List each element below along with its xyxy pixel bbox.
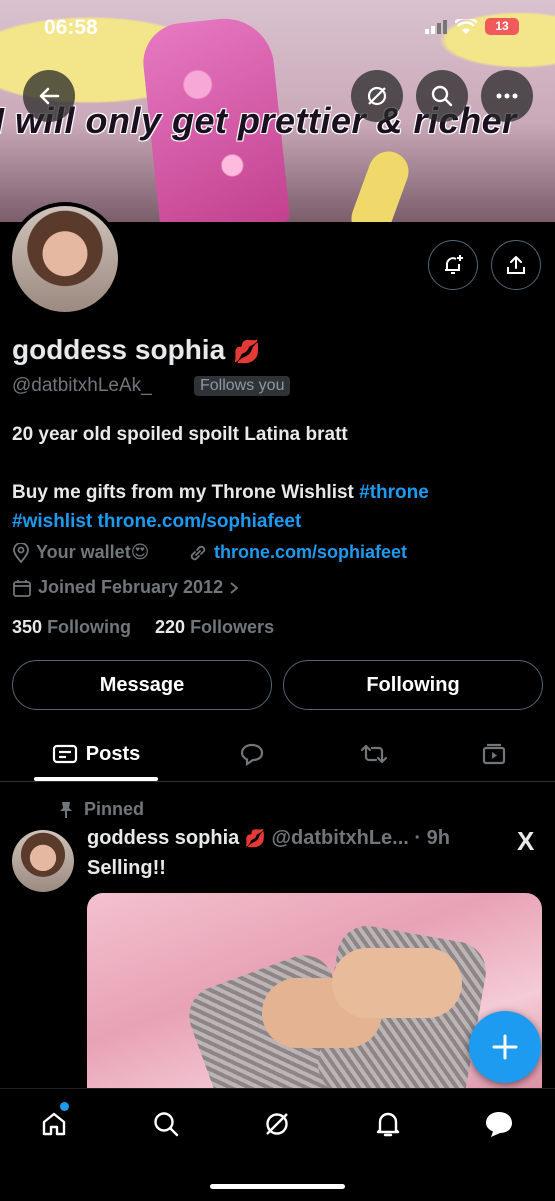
joined-text: Joined February 2012 — [38, 577, 224, 597]
followers-count: 220 — [155, 617, 186, 637]
chevron-right-icon — [230, 581, 239, 594]
repost-icon — [360, 744, 388, 764]
avatar-image — [12, 206, 118, 312]
website-row[interactable]: throne.com/sophiafeet — [188, 542, 407, 563]
followers-label: Followers — [190, 617, 275, 637]
follows-you-badge: Follows you — [194, 376, 291, 396]
following-label: Following — [47, 617, 132, 637]
media-icon — [482, 743, 506, 765]
joined-row[interactable]: Joined February 2012 — [12, 577, 239, 598]
following-stat[interactable]: 350 Following — [12, 617, 131, 638]
more-options-button[interactable] — [481, 70, 533, 122]
following-count: 350 — [12, 617, 43, 637]
post-media-image[interactable] — [87, 893, 542, 1103]
compose-post-button[interactable] — [469, 1011, 541, 1083]
website-link[interactable]: throne.com/sophiafeet — [214, 542, 407, 563]
calendar-icon — [13, 579, 31, 597]
search-button[interactable] — [416, 70, 468, 122]
lips-emoji: 💋 — [232, 339, 261, 364]
bell-icon — [376, 1112, 400, 1137]
post-author-avatar[interactable] — [12, 830, 74, 892]
battery-icon: 13 — [485, 18, 519, 35]
home-indicator — [210, 1184, 345, 1189]
grok-button[interactable] — [351, 70, 403, 122]
plus-icon — [492, 1034, 518, 1060]
status-icons: 13 — [425, 18, 519, 35]
followers-stat[interactable]: 220 Followers — [155, 617, 274, 638]
hashtag-throne[interactable]: #throne — [359, 482, 429, 503]
post-text: Selling!! — [87, 857, 166, 879]
pinned-label: Pinned — [84, 799, 145, 819]
grok-icon — [367, 86, 387, 106]
home-icon — [42, 1112, 66, 1136]
x-logo-icon[interactable]: X — [517, 826, 534, 857]
tab-posts-label: Posts — [85, 742, 141, 765]
signal-icon — [425, 19, 447, 34]
posts-icon — [52, 744, 77, 764]
post-header[interactable]: goddess sophia 💋 @datbitxhLe... · 9h — [87, 827, 450, 850]
location-text: Your wallet😍 — [36, 542, 150, 562]
search-icon — [154, 1112, 179, 1137]
bio-line-1: 20 year old spoiled spoilt Latina bratt — [12, 424, 348, 445]
grok-icon — [266, 1113, 288, 1135]
tab-posts[interactable]: Posts — [34, 730, 158, 778]
banner-caption: I will only get prettier & richer — [0, 100, 517, 141]
post-author-name: goddess sophia — [87, 827, 240, 849]
bio-link[interactable]: throne.com/sophiafeet — [98, 511, 302, 532]
bio-line-2: Buy me gifts from my Throne Wishlist #th… — [12, 482, 429, 532]
link-icon — [190, 545, 206, 560]
profile-bio: 20 year old spoiled spoilt Latina bratt … — [12, 420, 542, 536]
post-author-emoji: 💋 — [244, 829, 266, 848]
arrow-left-icon — [39, 87, 60, 105]
share-button[interactable] — [491, 240, 541, 290]
nav-home[interactable] — [34, 1104, 74, 1144]
following-button[interactable]: Following — [283, 660, 543, 710]
tab-replies[interactable] — [228, 730, 276, 778]
nav-search[interactable] — [146, 1104, 186, 1144]
nav-grok[interactable] — [257, 1104, 297, 1144]
pin-icon — [60, 801, 72, 818]
reply-icon — [240, 743, 264, 766]
post-time: · 9h — [414, 827, 450, 849]
tab-reposts[interactable] — [350, 730, 398, 778]
tab-media[interactable] — [470, 730, 518, 778]
location-pin-icon — [13, 542, 29, 563]
profile-name: goddess sophia 💋 — [12, 334, 260, 366]
post-author-handle: @datbitxhLe... — [271, 827, 409, 849]
nav-notifications[interactable] — [368, 1104, 408, 1144]
message-button[interactable]: Message — [12, 660, 272, 710]
profile-handle: @datbitxhLeAk_ — [12, 375, 152, 396]
notifications-subscribe-button[interactable] — [428, 240, 478, 290]
back-button[interactable] — [23, 70, 75, 122]
pinned-indicator: Pinned — [58, 799, 144, 820]
image-foot-right — [332, 948, 462, 1018]
bell-plus-icon — [445, 255, 463, 274]
share-icon — [507, 256, 525, 274]
chat-bubble-icon — [486, 1112, 512, 1137]
profile-avatar[interactable] — [8, 202, 122, 316]
nav-messages[interactable] — [479, 1104, 519, 1144]
tabs-divider — [0, 781, 555, 782]
profile-name-text: goddess sophia — [12, 334, 226, 365]
wifi-icon — [455, 18, 477, 34]
status-time: 06:58 — [44, 16, 98, 39]
more-horizontal-icon — [496, 93, 518, 99]
hashtag-wishlist[interactable]: #wishlist — [12, 511, 92, 532]
search-icon — [431, 85, 453, 107]
banner-illustration-leg — [345, 145, 415, 222]
location-row: Your wallet😍 — [12, 542, 149, 563]
home-notification-dot — [60, 1102, 69, 1111]
